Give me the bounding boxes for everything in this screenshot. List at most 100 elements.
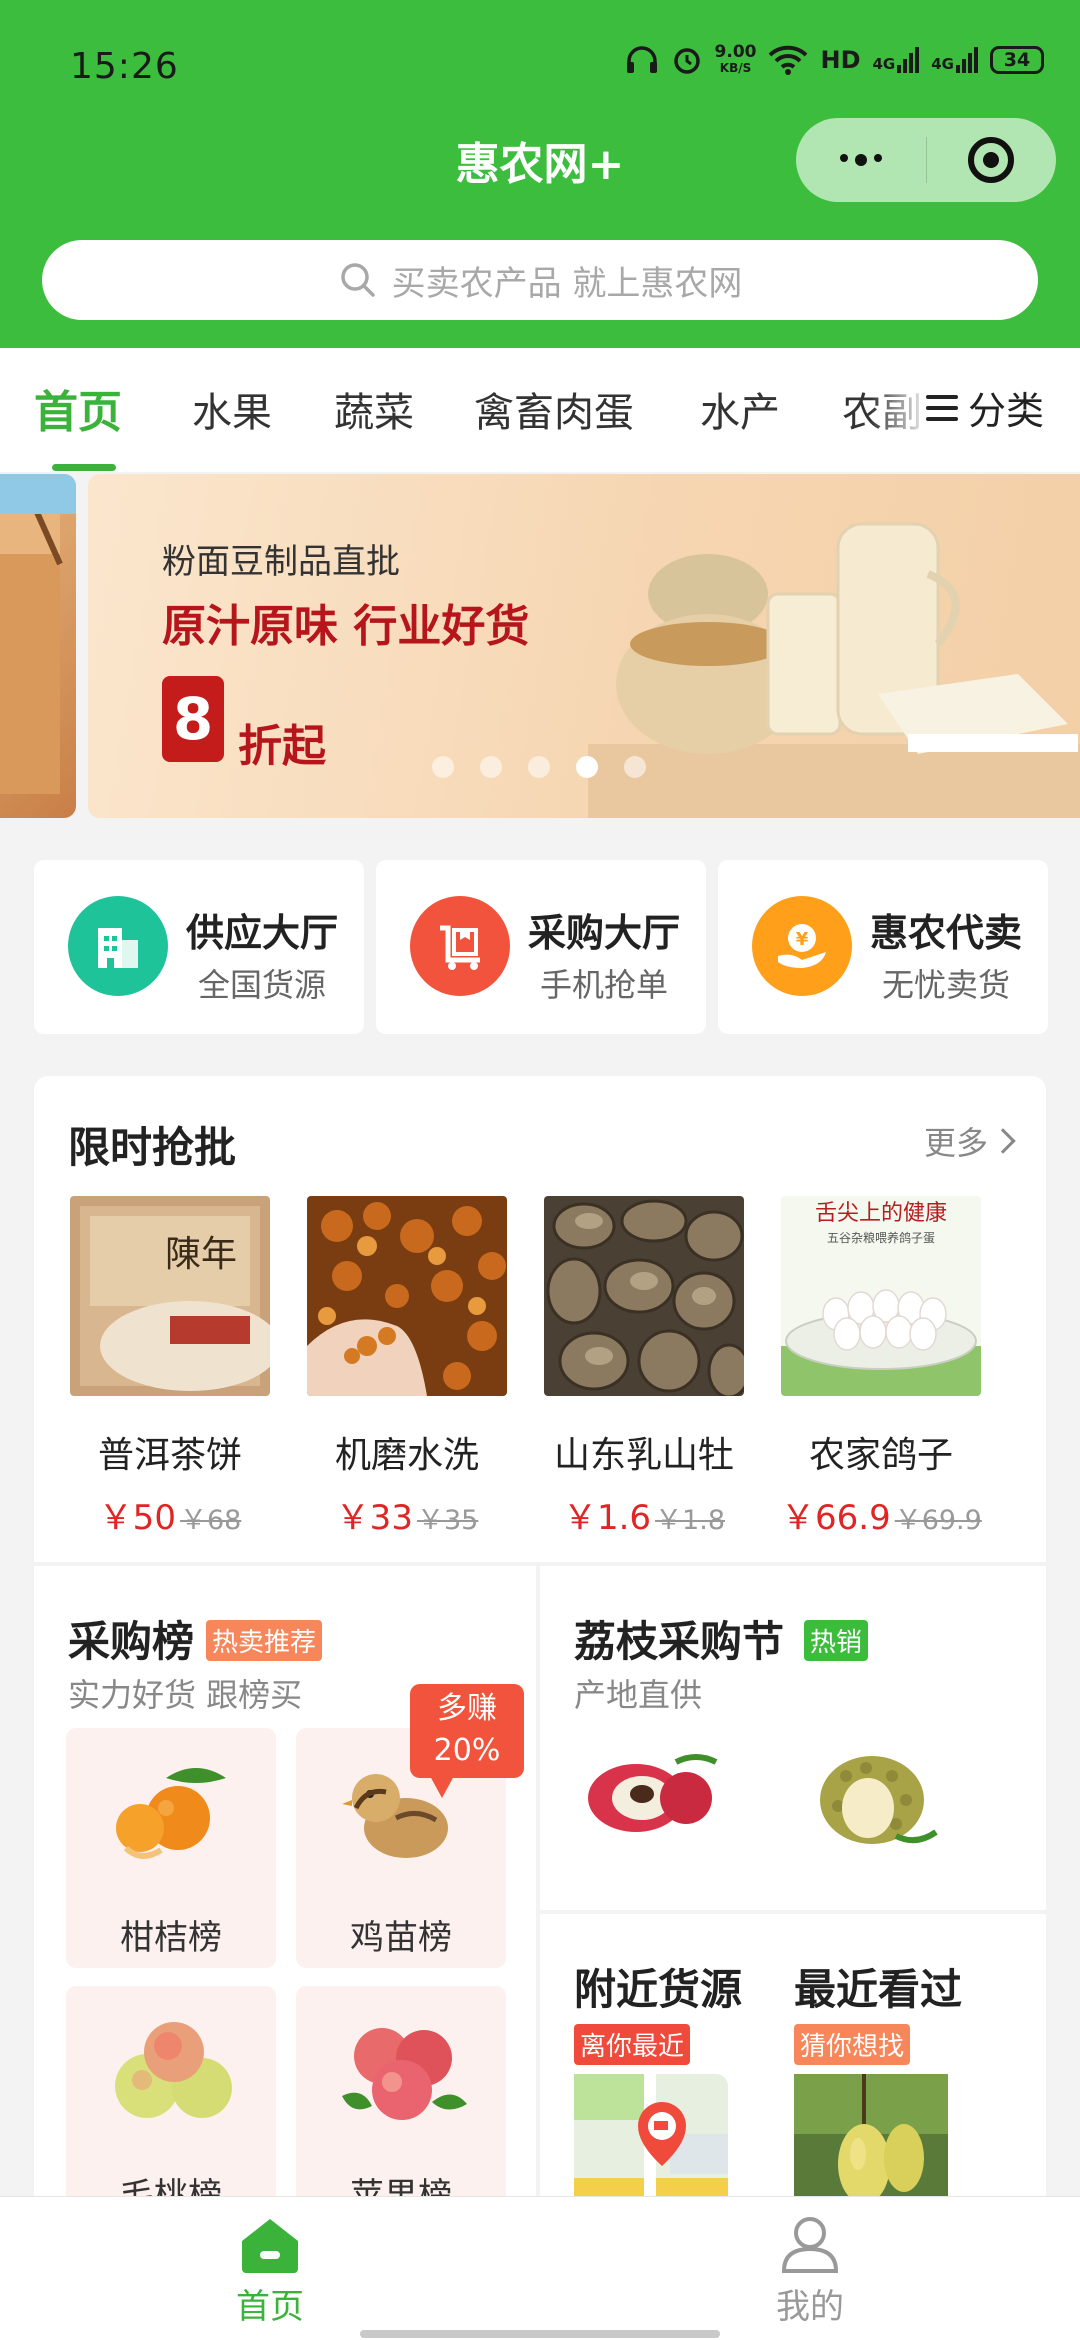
product-image-oysters — [544, 1196, 744, 1396]
apple-image — [342, 2028, 467, 2120]
purchase-rank-title: 采购榜 — [68, 1617, 195, 1666]
lychee-festival-section[interactable]: 荔枝采购节 热销 产地直供 — [540, 1566, 1046, 1910]
nav-home[interactable]: 首页 — [0, 2197, 540, 2340]
yuan-hand-icon: ¥ — [752, 896, 852, 996]
battery-icon: 34 — [990, 46, 1044, 74]
product-name: 普洱茶饼 — [97, 1435, 242, 1476]
tab-vegetable[interactable]: 蔬菜 — [334, 380, 414, 438]
consign-sale-title: 惠农代卖 — [870, 911, 1023, 955]
peach-image — [115, 2022, 232, 2118]
nearby-title: 附近货源 — [574, 1965, 743, 2014]
discount-number: 8 — [162, 676, 224, 762]
box-illustration — [0, 474, 76, 794]
tea-image-text: 陳年 — [165, 1234, 237, 1275]
lychee-festival-title: 荔枝采购节 — [574, 1617, 785, 1666]
soy-products-illustration — [588, 522, 1080, 818]
product-card[interactable]: 陳年 普洱茶饼 ￥50 ￥68 — [70, 1196, 270, 1539]
user-icon — [781, 2217, 839, 2273]
search-placeholder: 买卖农产品 就上惠农网 — [391, 263, 743, 304]
nearest-tag: 离你最近 — [574, 2024, 691, 2065]
tab-aquatic[interactable]: 水产 — [700, 380, 780, 438]
product-price: ￥50 — [98, 1498, 176, 1538]
rank-item-peach[interactable]: 毛桃榜 — [66, 1986, 276, 2226]
earn-badge-line2: 20% — [433, 1733, 501, 1768]
product-card[interactable]: 山东乳山牡 ￥1.6 ￥1.8 — [544, 1196, 744, 1539]
product-original-price: ￥69.9 — [894, 1505, 982, 1536]
purchase-hall-subtitle: 手机抢单 — [540, 966, 669, 1004]
menu-icon — [926, 394, 958, 421]
close-miniprogram-button[interactable] — [927, 118, 1057, 202]
lychee-festival-subtitle: 产地直供 — [574, 1676, 703, 1714]
net-speed: 9.00 KB/S — [714, 42, 757, 76]
flash-sale-more-link[interactable]: 更多 — [923, 1118, 1016, 1164]
nearby-card[interactable]: 附近货源 离你最近 — [540, 1914, 790, 2214]
map-image — [574, 2074, 728, 2214]
mango-image — [794, 2074, 948, 2214]
guess-you-like-tag: 猜你想找 — [794, 2024, 911, 2065]
carousel-dot-active[interactable] — [576, 756, 598, 778]
more-label: 更多 — [923, 1124, 988, 1162]
classify-button[interactable]: 分类 — [922, 380, 1045, 435]
purchase-hall-card[interactable]: 采购大厅 手机抢单 — [376, 860, 706, 1034]
more-menu-button[interactable] — [796, 118, 926, 202]
purchase-rank-section[interactable]: 采购榜 热卖推荐 实力好货 跟榜买 柑桔榜 鸡苗榜 毛桃榜 苹果榜 — [34, 1566, 536, 2226]
status-time: 15:26 — [70, 46, 179, 87]
egg-image-text: 舌尖上的健康 — [815, 1201, 947, 1226]
product-price-row: ￥66.9 ￥69.9 — [781, 1490, 982, 1539]
rank-item-citrus[interactable]: 柑桔榜 — [66, 1728, 276, 1968]
product-name: 农家鸽子 — [808, 1435, 953, 1476]
home-icon — [242, 2219, 298, 2273]
building-icon — [68, 896, 168, 996]
purchase-rank-subtitle: 实力好货 跟榜买 — [68, 1676, 303, 1714]
product-price: ￥1.6 — [562, 1498, 652, 1538]
carousel-dot[interactable] — [624, 756, 646, 778]
cart-icon — [410, 896, 510, 996]
nav-mine[interactable]: 我的 — [540, 2197, 1080, 2340]
hd-indicator: HD — [820, 46, 861, 74]
banner-previous-slide[interactable] — [0, 474, 76, 818]
supply-hall-subtitle: 全国货源 — [198, 966, 327, 1004]
purchase-hall-title: 采购大厅 — [528, 911, 681, 955]
flash-sale-section: 限时抢批 更多 陳年 普洱茶饼 ￥50 ￥68 机磨水洗 ￥33 ￥35 山东乳山牡… — [34, 1076, 1046, 1562]
carousel-dot[interactable] — [432, 756, 454, 778]
consign-sale-card[interactable]: ¥ 惠农代卖 无忧卖货 — [718, 860, 1048, 1034]
carousel-dot[interactable] — [480, 756, 502, 778]
tab-livestock[interactable]: 禽畜肉蛋 — [474, 380, 634, 438]
durian-image — [820, 1756, 938, 1844]
hot-recommend-tag: 热卖推荐 — [206, 1620, 323, 1661]
product-original-price: ￥35 — [416, 1505, 479, 1536]
recent-title: 最近看过 — [794, 1965, 963, 2014]
product-image-puer-tea: 陳年 — [70, 1196, 270, 1396]
egg-image-subtext: 五谷杂粮喂养鸽子蛋 — [827, 1230, 935, 1245]
rank-item-apple[interactable]: 苹果榜 — [296, 1986, 506, 2226]
product-card[interactable]: 舌尖上的健康五谷杂粮喂养鸽子蛋 农家鸽子 ￥66.9 ￥69.9 — [781, 1196, 982, 1539]
carousel-dot[interactable] — [528, 756, 550, 778]
discount-suffix: 折起 — [238, 721, 326, 772]
signal-4g-1: 4G — [873, 47, 920, 73]
chevron-right-icon — [990, 1128, 1016, 1154]
product-name: 机磨水洗 — [334, 1435, 479, 1476]
wifi-icon — [769, 45, 808, 75]
hot-sale-tag: 热销 — [804, 1620, 869, 1661]
headset-icon — [626, 46, 657, 73]
lychee-image — [588, 1754, 718, 1832]
active-tab-indicator — [52, 464, 116, 471]
consign-sale-subtitle: 无忧卖货 — [882, 966, 1011, 1004]
more-dots-icon — [839, 154, 882, 166]
rank-item-label: 柑桔榜 — [120, 1918, 222, 1958]
recent-card[interactable]: 最近看过 猜你想找 — [790, 1914, 1046, 2214]
tab-fruit[interactable]: 水果 — [192, 380, 272, 438]
miniprogram-capsule — [796, 118, 1056, 202]
search-icon — [340, 263, 375, 297]
nav-home-label: 首页 — [236, 2287, 304, 2327]
supply-hall-card[interactable]: 供应大厅 全国货源 — [34, 860, 364, 1034]
citrus-image — [116, 1768, 226, 1859]
product-name: 山东乳山牡 — [553, 1435, 734, 1476]
product-price-row: ￥33 ￥35 — [307, 1490, 507, 1539]
tab-home[interactable]: 首页 — [34, 376, 122, 440]
product-card[interactable]: 机磨水洗 ￥33 ￥35 — [307, 1196, 507, 1539]
search-bar[interactable]: 买卖农产品 就上惠农网 — [42, 240, 1038, 320]
nearby-recent-section: 附近货源 离你最近 最近看过 猜你想找 — [540, 1914, 1046, 2214]
nav-mine-label: 我的 — [776, 2287, 844, 2327]
home-indicator[interactable] — [360, 2330, 720, 2338]
